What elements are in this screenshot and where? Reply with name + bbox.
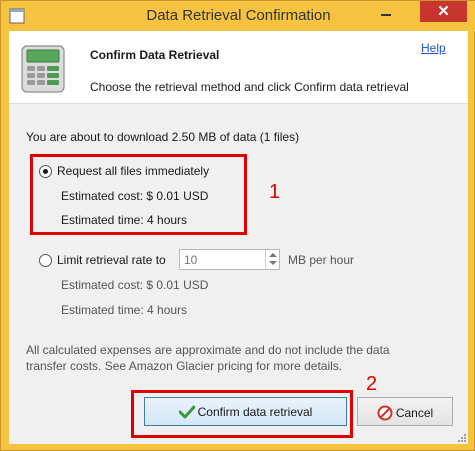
close-button[interactable]: ✕ — [420, 1, 467, 22]
confirm-button-label: Confirm data retrieval — [197, 405, 313, 419]
option-limit-label[interactable]: Limit retrieval rate to — [57, 253, 166, 267]
rate-limit-value: 10 — [184, 253, 198, 267]
spin-down-icon[interactable] — [269, 261, 277, 265]
rate-limit-input[interactable]: 10 — [179, 249, 280, 270]
header-panel: Confirm Data Retrieval Choose the retrie… — [9, 31, 468, 104]
header-subtitle: Choose the retrieval method and click Co… — [90, 80, 409, 94]
cancel-button-label: Cancel — [395, 406, 434, 420]
help-link[interactable]: Help — [421, 41, 446, 55]
rate-unit-label: MB per hour — [288, 253, 355, 267]
immediate-estimated-time: Estimated time: 4 hours — [61, 213, 188, 227]
radio-limit-rate[interactable] — [39, 254, 52, 267]
immediate-estimated-cost: Estimated cost: $ 0.01 USD — [61, 189, 209, 203]
window-title: Data Retrieval Confirmation — [146, 7, 331, 24]
spin-up-icon[interactable] — [269, 253, 277, 257]
limit-estimated-time: Estimated time: 4 hours — [61, 303, 188, 317]
download-summary: You are about to download 2.50 MB of dat… — [26, 130, 300, 144]
disclaimer-line-1: All calculated expenses are approximate … — [26, 343, 390, 357]
dialog-body: Confirm Data Retrieval Choose the retrie… — [9, 31, 468, 444]
close-icon: ✕ — [437, 3, 450, 20]
confirm-data-retrieval-button[interactable]: Confirm data retrieval — [144, 397, 347, 426]
option-immediate-label[interactable]: Request all files immediately — [57, 164, 209, 178]
minimize-button[interactable] — [373, 4, 399, 24]
resize-grip-icon[interactable] — [456, 431, 466, 442]
annotation-number-2: 2 — [366, 373, 378, 395]
header-title: Confirm Data Retrieval — [90, 48, 220, 62]
rate-limit-spinner[interactable] — [265, 250, 279, 269]
limit-estimated-cost: Estimated cost: $ 0.01 USD — [61, 278, 209, 292]
calculator-icon — [21, 45, 65, 93]
radio-request-immediately[interactable] — [39, 165, 52, 178]
annotation-number-1: 1 — [269, 181, 281, 203]
dialog-window: Data Retrieval Confirmation ✕ Confirm Da… — [0, 0, 475, 451]
title-bar[interactable]: Data Retrieval Confirmation ✕ — [1, 1, 475, 31]
cancel-button[interactable]: Cancel — [357, 397, 453, 426]
checkmark-icon — [178, 405, 195, 419]
cancel-icon — [377, 405, 393, 421]
disclaimer-line-2: transfer costs. See Amazon Glacier prici… — [26, 359, 343, 373]
